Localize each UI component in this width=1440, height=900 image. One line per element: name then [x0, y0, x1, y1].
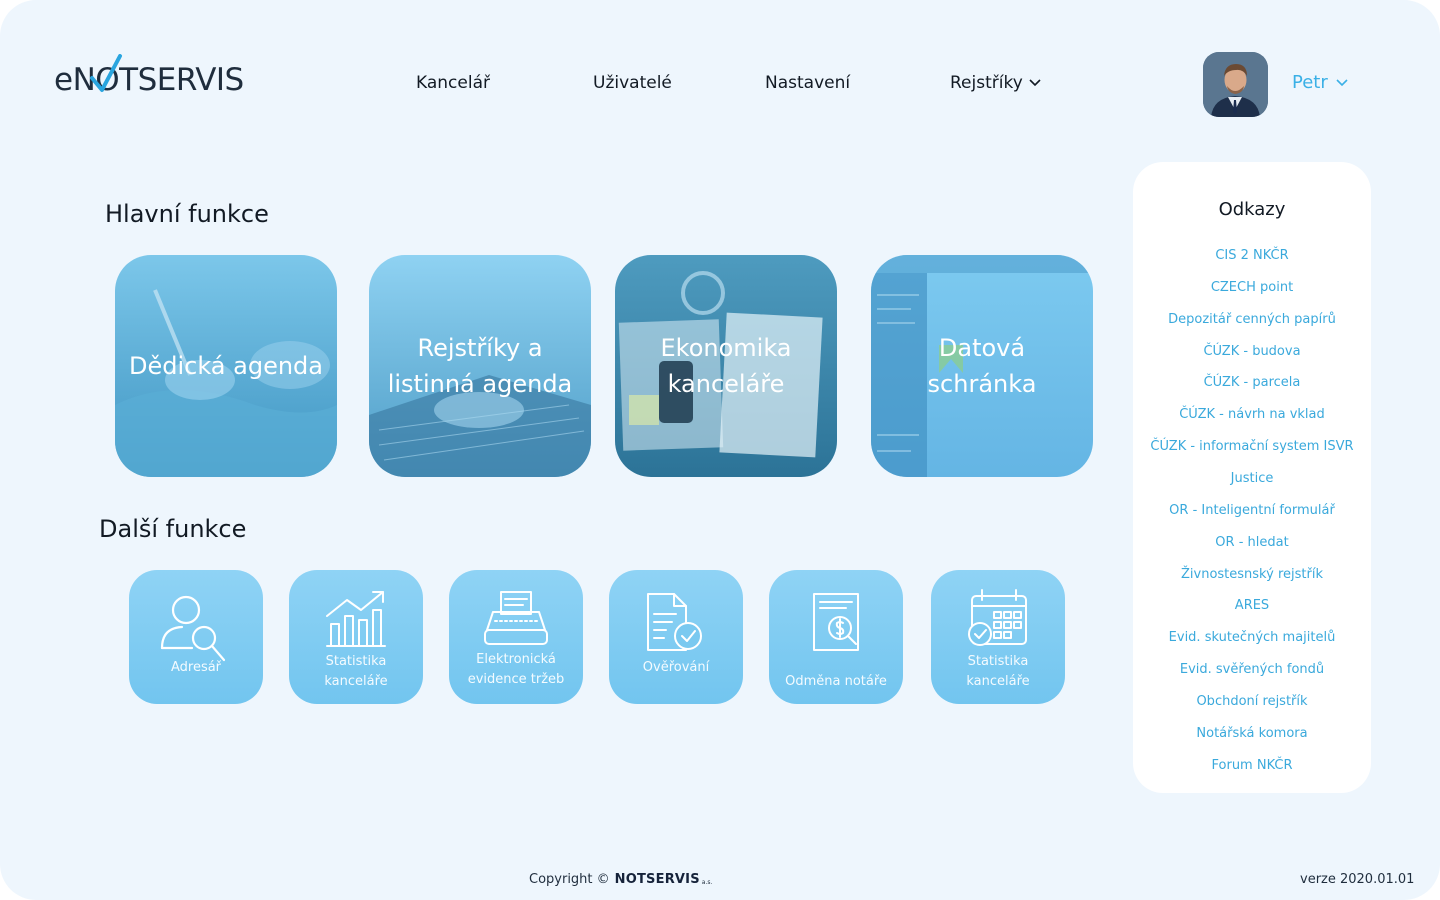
nav-nastaveni[interactable]: Nastavení — [765, 73, 850, 93]
card-label: Dědická agenda — [128, 352, 323, 380]
app-logo[interactable]: eNOTSERVIS — [54, 54, 244, 102]
link-item[interactable]: OR - Inteligentní formulář — [1133, 503, 1371, 518]
link-item[interactable]: Depozitář cenných papírů — [1133, 312, 1371, 327]
user-avatar[interactable] — [1203, 52, 1268, 117]
footer-brand-logo: NOTSERVIS — [614, 872, 700, 887]
card-label: Statistika kanceláře — [324, 654, 388, 689]
links-title: Odkazy — [1218, 199, 1286, 220]
card-label: Odměna notáře — [785, 674, 887, 689]
link-item[interactable]: ČÚZK - informační system ISVR — [1133, 439, 1371, 454]
link-item[interactable]: Forum NKČR — [1133, 758, 1371, 773]
card-adresar[interactable]: Adresář — [129, 570, 263, 704]
nav-uzivatele[interactable]: Uživatelé — [593, 73, 672, 93]
card-overovani[interactable]: Ověřování — [609, 570, 743, 704]
card-label: Statistika kanceláře — [966, 654, 1030, 689]
card-label: Adresář — [170, 660, 222, 675]
nav-label: Uživatelé — [593, 73, 672, 93]
card-label: Datová schránka — [927, 334, 1037, 398]
card-datova-schranka[interactable]: Datová schránka — [871, 255, 1093, 477]
user-name: Petr — [1292, 72, 1328, 93]
growth-chart-icon — [326, 591, 386, 647]
nav-kancelar[interactable]: Kancelář — [416, 73, 490, 93]
link-item[interactable]: CIS 2 NKČR — [1133, 248, 1371, 263]
card-label: Ověřování — [642, 660, 710, 675]
link-item[interactable]: Evid. skutečných majitelů — [1133, 630, 1371, 645]
nav-label: Kancelář — [416, 73, 490, 93]
footer-copyright: Copyright © NOTSERVIS a.s. — [529, 872, 712, 887]
invoice-dollar-icon — [813, 593, 859, 651]
link-item[interactable]: ARES — [1133, 598, 1371, 613]
calendar-check-icon — [968, 589, 1027, 646]
document-check-icon — [647, 593, 702, 651]
card-label: Elektronická evidence tržeb — [467, 652, 565, 687]
link-item[interactable]: ČÚZK - návrh na vklad — [1133, 407, 1371, 422]
nav-label: Rejstříky — [950, 73, 1023, 93]
logo-text: eNOTSERVIS — [54, 62, 244, 98]
chevron-down-icon — [1029, 79, 1041, 87]
link-item[interactable]: Evid. svěřených fondů — [1133, 662, 1371, 677]
chevron-down-icon — [1336, 78, 1348, 86]
app-window: eNOTSERVIS Kancelář Uživatelé Nastavení … — [0, 0, 1440, 900]
link-item[interactable]: ČÚZK - parcela — [1133, 375, 1371, 390]
card-label: Rejstříky a listinná agenda — [387, 334, 573, 398]
link-item[interactable]: CZECH point — [1133, 280, 1371, 295]
card-ekonomika-kancelare[interactable]: Ekonomika kanceláře — [615, 255, 837, 477]
address-book-search-icon — [160, 595, 226, 662]
copyright-text: Copyright © — [529, 872, 610, 887]
card-rejstriky-listinna-agenda[interactable]: Rejstříky a listinná agenda — [369, 255, 591, 477]
card-statistika-kancelare-2[interactable]: Statistika kanceláře — [931, 570, 1065, 704]
typewriter-icon — [484, 591, 548, 645]
secondary-section-title: Další funkce — [99, 515, 247, 543]
nav-label: Nastavení — [765, 73, 851, 93]
link-item[interactable]: Notářská komora — [1133, 726, 1371, 741]
card-label: Ekonomika kanceláře — [660, 334, 792, 398]
link-item[interactable]: ČÚZK - budova — [1133, 344, 1371, 359]
logo-check-icon — [90, 54, 122, 92]
card-dedicka-agenda[interactable]: Dědická agenda — [115, 255, 337, 477]
nav-rejstriky-dropdown[interactable]: Rejstříky — [950, 73, 1041, 93]
version-text: verze 2020.01.01 — [1300, 872, 1415, 887]
card-odmena-notare[interactable]: Odměna notáře — [769, 570, 903, 704]
link-item[interactable]: Justice — [1133, 471, 1371, 486]
primary-section-title: Hlavní funkce — [105, 200, 269, 228]
person-photo-icon — [1203, 52, 1268, 117]
user-menu[interactable]: Petr — [1292, 72, 1348, 93]
link-item[interactable]: Obchdoní rejstřík — [1133, 694, 1371, 709]
link-item[interactable]: Živnostesnský rejstřík — [1133, 567, 1371, 582]
card-elektronicka-evidence-trzeb[interactable]: Elektronická evidence tržeb — [449, 570, 583, 704]
card-statistika-kancelare[interactable]: Statistika kanceláře — [289, 570, 423, 704]
link-item[interactable]: OR - hledat — [1133, 535, 1371, 550]
footer-brand-suffix: a.s. — [701, 878, 713, 886]
links-panel: Odkazy CIS 2 NKČR CZECH point Depozitář ce… — [1133, 162, 1371, 793]
